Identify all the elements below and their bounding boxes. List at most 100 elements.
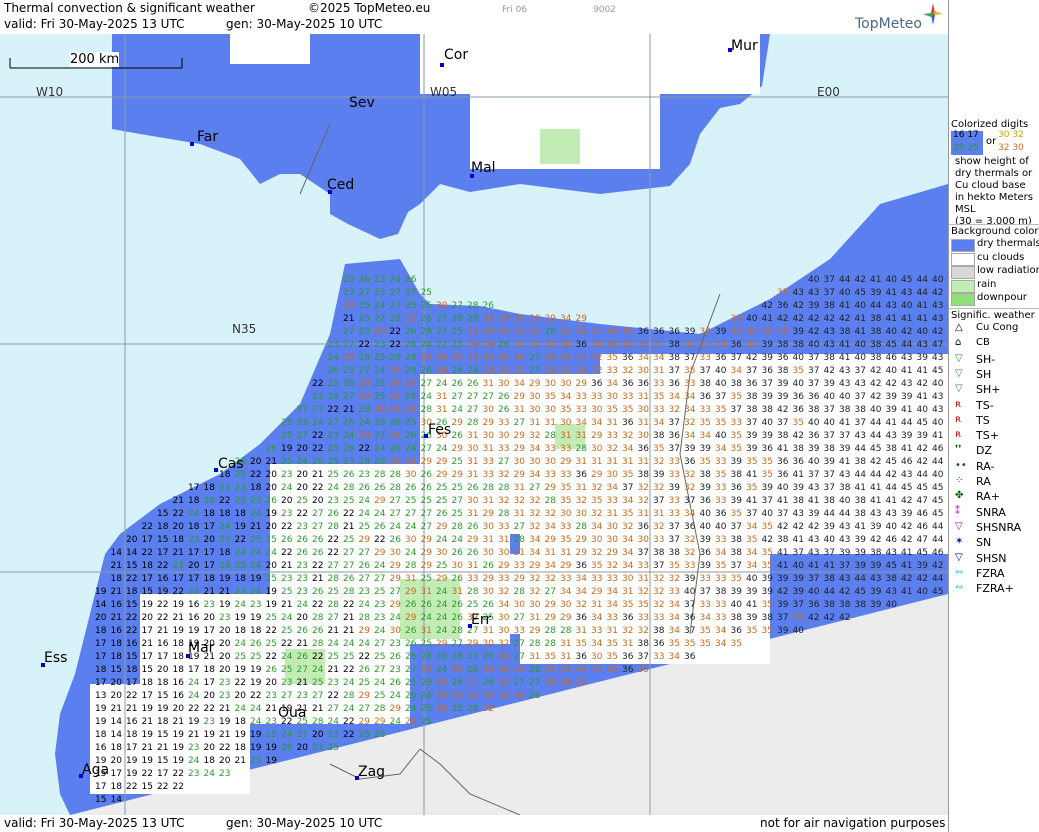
svg-text:25: 25 (452, 457, 463, 467)
svg-text:32: 32 (483, 704, 494, 714)
svg-text:43: 43 (932, 301, 943, 311)
svg-text:40: 40 (855, 353, 867, 363)
svg-text:28: 28 (576, 444, 588, 454)
svg-text:23: 23 (297, 691, 308, 701)
svg-text:31: 31 (653, 340, 664, 350)
svg-text:21: 21 (343, 522, 354, 532)
svg-text:31: 31 (638, 418, 649, 428)
svg-text:29: 29 (529, 314, 541, 324)
legend-bg-label: downpour (977, 292, 1027, 303)
svg-text:43: 43 (932, 314, 943, 324)
svg-text:28: 28 (576, 522, 588, 532)
svg-text:36: 36 (731, 340, 743, 350)
svg-text:32: 32 (684, 470, 695, 480)
svg-text:29: 29 (405, 405, 417, 415)
legend-bg-label: rain (977, 278, 997, 290)
svg-text:25: 25 (250, 535, 261, 545)
svg-text:27: 27 (343, 340, 354, 350)
svg-text:18: 18 (235, 626, 247, 636)
svg-text:27: 27 (421, 444, 432, 454)
svg-text:32: 32 (498, 639, 509, 649)
svg-text:26: 26 (405, 483, 417, 493)
svg-text:20: 20 (219, 626, 231, 636)
svg-text:29: 29 (421, 535, 433, 545)
svg-text:17: 17 (173, 574, 184, 584)
svg-text:43: 43 (855, 379, 866, 389)
svg-text:39: 39 (855, 535, 867, 545)
svg-text:24: 24 (281, 483, 293, 493)
svg-text:14: 14 (126, 548, 138, 558)
svg-text:44: 44 (932, 522, 944, 532)
svg-text:29: 29 (452, 444, 464, 454)
svg-text:23: 23 (374, 340, 385, 350)
svg-text:33: 33 (669, 496, 680, 506)
svg-text:20: 20 (204, 613, 216, 623)
svg-text:28: 28 (359, 405, 371, 415)
svg-text:27: 27 (452, 392, 463, 402)
svg-text:32: 32 (607, 561, 618, 571)
svg-text:32: 32 (529, 509, 540, 519)
svg-text:25: 25 (436, 496, 447, 506)
svg-text:30: 30 (483, 587, 495, 597)
svg-text:46: 46 (901, 457, 913, 467)
svg-text:29: 29 (545, 535, 557, 545)
svg-text:24: 24 (250, 561, 262, 571)
generated-time: gen: 30-May-2025 10 UTC (226, 17, 383, 31)
legend-sample-b1: 30 32 (998, 130, 1024, 140)
svg-text:25: 25 (421, 639, 432, 649)
svg-text:35: 35 (715, 405, 726, 415)
svg-text:22: 22 (343, 717, 354, 727)
svg-text:31: 31 (452, 587, 463, 597)
svg-text:17: 17 (204, 678, 215, 688)
svg-text:44: 44 (855, 574, 867, 584)
svg-text:26: 26 (328, 366, 340, 376)
svg-text:17: 17 (142, 691, 153, 701)
svg-text:22: 22 (157, 600, 168, 610)
svg-text:31: 31 (529, 652, 540, 662)
svg-text:36: 36 (622, 353, 634, 363)
svg-text:37: 37 (684, 600, 695, 610)
svg-text:39: 39 (731, 587, 743, 597)
svg-text:25: 25 (312, 678, 323, 688)
svg-text:25: 25 (266, 639, 277, 649)
svg-text:38: 38 (731, 535, 743, 545)
svg-text:36: 36 (700, 496, 712, 506)
svg-text:27: 27 (467, 392, 478, 402)
svg-text:22: 22 (219, 743, 230, 753)
svg-text:23: 23 (328, 340, 339, 350)
svg-text:33: 33 (560, 665, 571, 675)
svg-text:33: 33 (669, 457, 680, 467)
svg-text:23: 23 (281, 509, 292, 519)
svg-text:42: 42 (793, 301, 804, 311)
svg-text:38: 38 (870, 340, 882, 350)
svg-text:43: 43 (932, 392, 943, 402)
svg-text:29: 29 (467, 535, 479, 545)
svg-text:37: 37 (731, 353, 742, 363)
svg-text:19: 19 (95, 704, 107, 714)
svg-text:33: 33 (498, 574, 509, 584)
svg-text:17: 17 (142, 574, 153, 584)
svg-text:25: 25 (235, 652, 246, 662)
grid-label-n35: N35 (232, 322, 257, 336)
svg-text:36: 36 (808, 392, 820, 402)
svg-text:25: 25 (343, 652, 354, 662)
svg-text:30: 30 (483, 353, 495, 363)
svg-text:35: 35 (684, 366, 695, 376)
svg-text:34: 34 (684, 431, 696, 441)
svg-text:30: 30 (390, 379, 402, 389)
svg-text:35: 35 (793, 613, 804, 623)
sleet-shower-icon: ▽ (955, 520, 963, 532)
svg-text:25: 25 (467, 600, 478, 610)
svg-text:26: 26 (467, 379, 479, 389)
svg-text:43: 43 (808, 288, 819, 298)
svg-text:26: 26 (405, 639, 417, 649)
svg-text:33: 33 (669, 509, 680, 519)
svg-text:45: 45 (870, 444, 881, 454)
svg-text:22: 22 (343, 665, 354, 675)
svg-text:42: 42 (839, 613, 850, 623)
svg-text:33: 33 (653, 652, 664, 662)
svg-text:46: 46 (917, 509, 929, 519)
svg-text:23: 23 (359, 327, 370, 337)
svg-text:39: 39 (870, 600, 882, 610)
svg-text:16: 16 (188, 613, 200, 623)
